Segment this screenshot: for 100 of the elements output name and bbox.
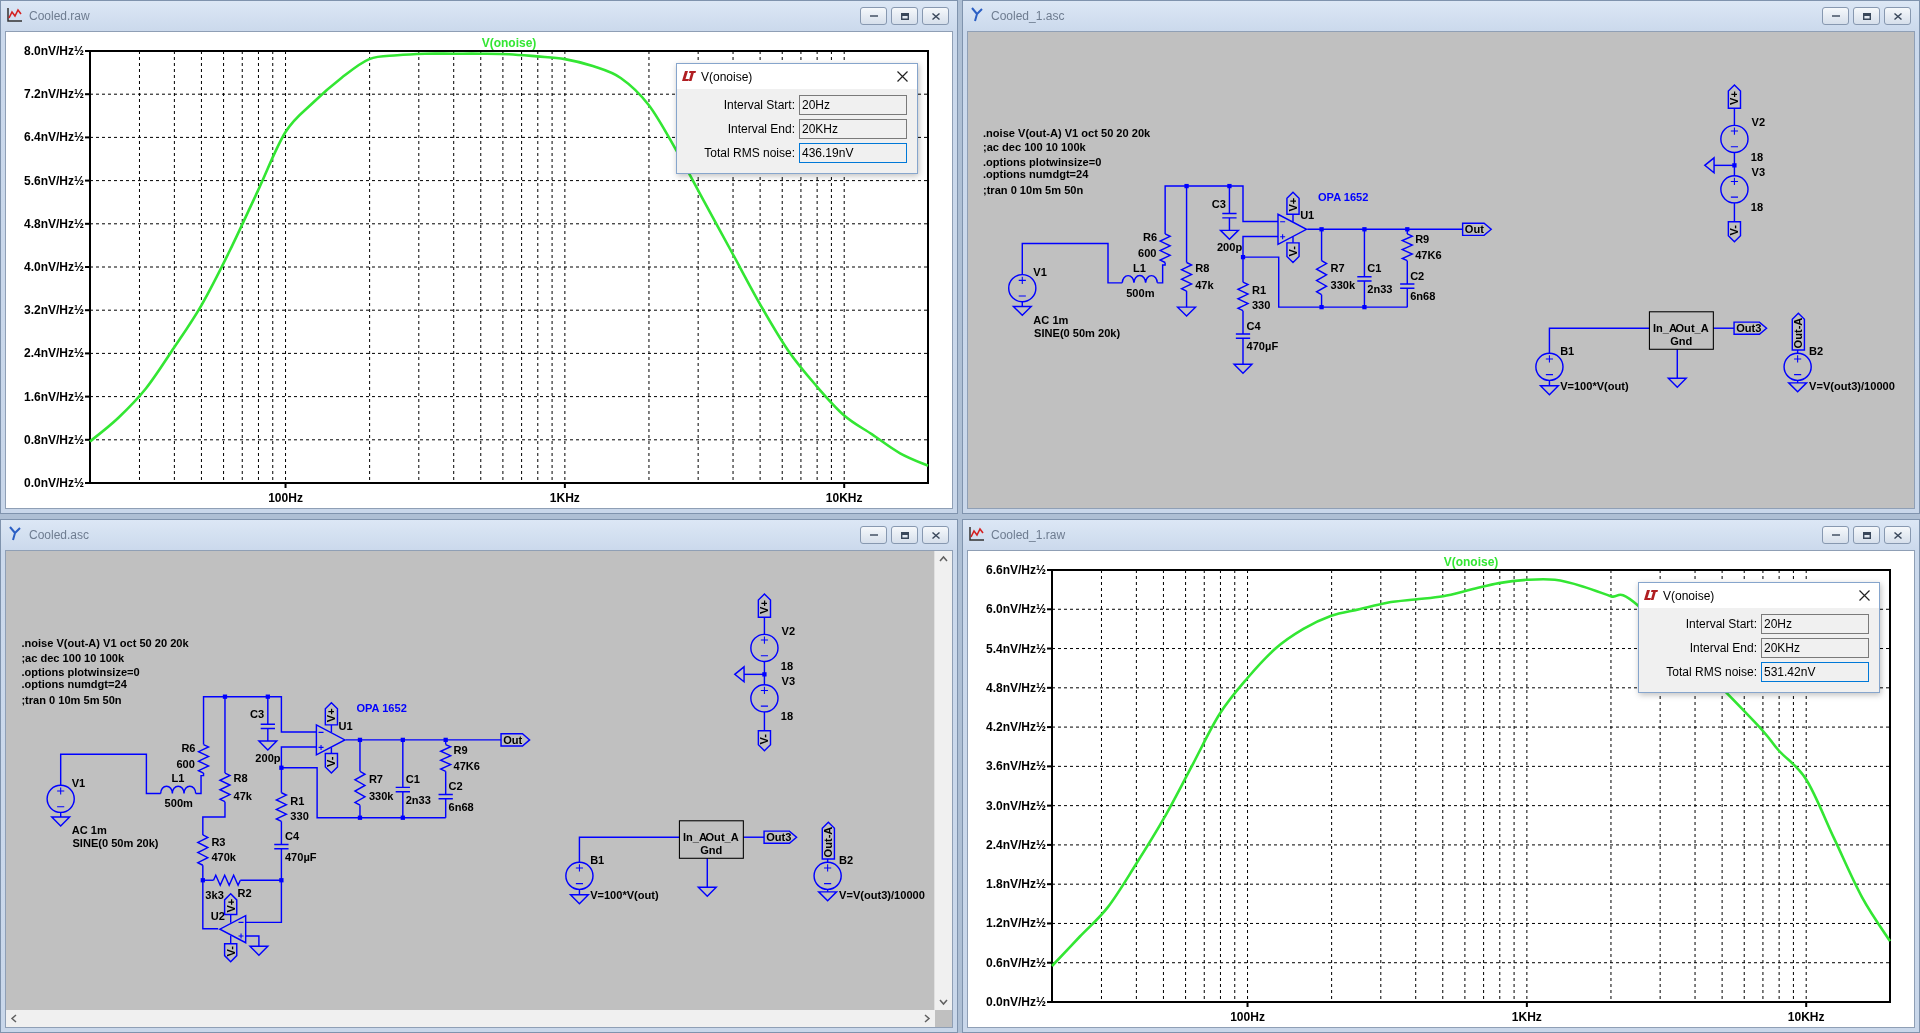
capacitor-symbol	[1235, 333, 1251, 339]
axis-tick-label: 1KHz	[1511, 1010, 1542, 1024]
spice-directive: .noise V(out-A) V1 oct 50 20 20k	[983, 126, 1151, 139]
maximize-icon	[1862, 531, 1871, 539]
wire	[1548, 379, 1551, 387]
spice-directive: .options plotwinsize=0	[983, 155, 1102, 168]
minimize-button[interactable]	[1822, 526, 1849, 544]
component-value: 330k	[368, 789, 394, 802]
maximize-button[interactable]	[891, 526, 918, 544]
spice-directive: .options plotwinsize=0	[21, 666, 140, 679]
net-label: Out3	[1733, 321, 1768, 335]
minimize-button[interactable]	[860, 526, 887, 544]
net-label: V+	[223, 892, 238, 916]
value-field[interactable]: 20Hz	[799, 95, 907, 115]
close-icon	[1858, 590, 1870, 601]
maximize-button[interactable]	[1853, 7, 1880, 25]
net-label: V+	[1286, 191, 1300, 215]
axis-tick-label: 6.6nV/Hz½	[985, 563, 1046, 577]
component-value: OPA 1652	[356, 701, 407, 714]
axis-tick-label: 8.0nV/Hz½	[23, 44, 84, 58]
axis-tick-label: 4.8nV/Hz½	[23, 216, 84, 231]
vertical-scrollbar[interactable]	[934, 551, 952, 1010]
value-field[interactable]: 20KHz	[799, 119, 907, 139]
component-label: R6	[181, 742, 196, 755]
component-label: R9	[453, 743, 468, 756]
component-label: C2	[448, 780, 463, 793]
ground-symbol	[257, 740, 279, 751]
maximize-button[interactable]	[891, 7, 918, 25]
capacitor-symbol	[394, 786, 411, 793]
component-label: R9	[1415, 233, 1430, 246]
component-label: B2	[839, 853, 854, 866]
field-label: Interval End:	[726, 122, 795, 136]
component-value: 330k	[1330, 278, 1356, 291]
component-value: V=V(out3)/10000	[839, 888, 925, 901]
ground-symbol	[1175, 306, 1198, 318]
wire	[244, 935, 260, 948]
wire	[1676, 348, 1678, 379]
logo-icon	[682, 71, 696, 82]
component-label: B1	[1560, 344, 1575, 357]
wire	[202, 800, 226, 836]
axis-tick-label: 5.4nV/Hz½	[985, 641, 1046, 656]
wire	[578, 888, 581, 896]
net-label: V+	[324, 701, 339, 726]
subcircuit-block	[678, 820, 744, 859]
pin-label: Gnd	[1670, 335, 1693, 347]
field-label: Interval End:	[1688, 641, 1757, 655]
component-label: U1	[1300, 208, 1315, 221]
axis-tick-label: 100Hz	[1230, 1010, 1265, 1024]
component-label: R1	[1251, 283, 1267, 296]
value-field[interactable]: 20KHz	[1761, 638, 1869, 658]
ground-symbol	[1666, 377, 1688, 389]
component-label: C1	[405, 773, 420, 786]
waveform-icon	[7, 6, 23, 22]
minimize-button[interactable]	[860, 7, 887, 25]
component-label: C2	[1410, 269, 1425, 282]
component-label: R6	[1143, 231, 1158, 244]
component-value: 47K6	[453, 759, 480, 772]
component-label: B2	[1809, 344, 1824, 357]
component-value: 18	[780, 710, 794, 723]
component-value: V=V(out3)/10000	[1809, 379, 1895, 392]
component-value: 2n33	[1367, 283, 1393, 296]
horizontal-scrollbar[interactable]	[6, 1010, 935, 1027]
axis-tick-label: 0.6nV/Hz½	[985, 955, 1046, 970]
wire	[763, 616, 766, 636]
component-label: R7	[368, 773, 384, 786]
ground-symbol	[248, 945, 270, 957]
net-label: Out3	[763, 830, 798, 844]
wire	[706, 857, 708, 888]
component-value: 600	[176, 758, 195, 771]
wire	[1733, 107, 1736, 127]
axis-tick-label: 1.2nV/Hz½	[985, 916, 1046, 931]
resistor-symbol	[1315, 260, 1329, 296]
logo-icon	[1644, 590, 1658, 601]
axis-tick-label: 3.6nV/Hz½	[985, 759, 1046, 774]
value-field[interactable]: 436.19nV	[799, 143, 907, 163]
value-field[interactable]: 20Hz	[1761, 614, 1869, 634]
value-field[interactable]: 531.42nV	[1761, 662, 1869, 682]
minimize-icon	[1831, 15, 1840, 17]
maximize-icon	[900, 531, 909, 539]
wire	[1292, 213, 1294, 223]
minimize-button[interactable]	[1822, 7, 1849, 25]
axis-tick-label: 6.4nV/Hz½	[23, 130, 84, 145]
maximize-button[interactable]	[1853, 526, 1880, 544]
component-value: 330	[1251, 299, 1271, 312]
wire	[59, 811, 62, 818]
spice-directive: ;ac dec 100 10 100k	[21, 652, 125, 665]
component-label: V3	[1751, 166, 1766, 179]
net-label: V+	[1727, 84, 1742, 109]
wire	[1292, 236, 1294, 244]
wire	[1156, 261, 1166, 284]
component-label: V1	[71, 776, 86, 789]
pin-label: Gnd	[700, 844, 723, 856]
spice-directive: ;ac dec 100 10 100k	[983, 141, 1086, 154]
component-label: B1	[590, 853, 605, 866]
ground-symbol	[733, 665, 745, 684]
component-label: L1	[1133, 261, 1146, 274]
close-icon	[1893, 531, 1902, 539]
component-value: 47k	[233, 789, 252, 802]
pin-label: Out_A	[705, 831, 739, 844]
axis-tick-label: 7.2nV/Hz½	[23, 87, 84, 102]
